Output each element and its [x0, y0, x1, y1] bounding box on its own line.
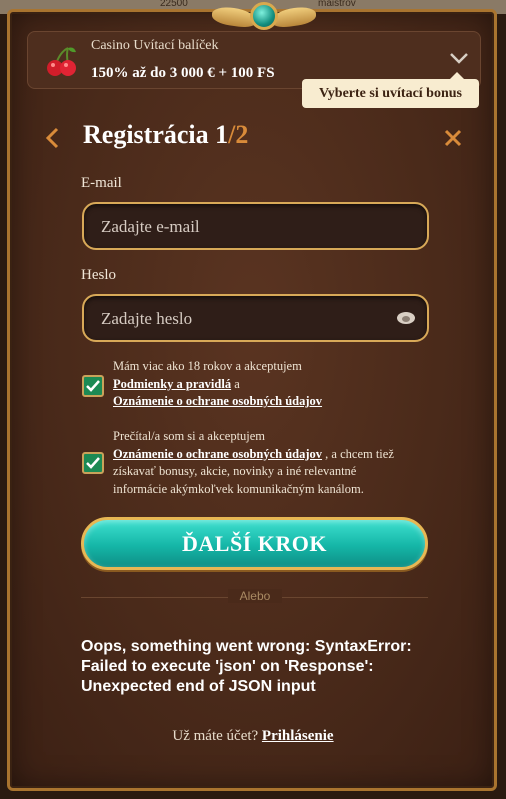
divider-label: Alebo [228, 589, 282, 603]
cherry-icon [47, 47, 76, 76]
terms-link[interactable]: Podmienky a pravidlá [113, 377, 231, 391]
step-indicator: /2 [228, 120, 249, 149]
close-icon[interactable] [443, 128, 463, 148]
back-arrow-icon[interactable] [44, 127, 62, 149]
login-prompt: Už máte účet? Prihlásenie [0, 728, 506, 745]
password-field[interactable] [99, 296, 393, 342]
login-question: Už máte účet? [172, 728, 262, 744]
age-terms-and: a [231, 376, 240, 391]
privacy-link[interactable]: Oznámenie o ochrane osobných údajov [113, 447, 322, 461]
error-message: Oops, something went wrong: SyntaxError:… [81, 638, 412, 695]
age-terms-label: Mám viac ako 18 rokov a akceptujem [113, 359, 302, 373]
email-field[interactable] [99, 204, 393, 250]
bonus-title: Casino Uvítací balíček [91, 38, 219, 53]
marketing-consent-checkbox[interactable] [82, 452, 104, 474]
page-title: Registrácia 1/2 [83, 120, 248, 150]
password-label: Heslo [81, 267, 116, 283]
title-text: Registrácia 1 [83, 120, 229, 149]
email-field-wrapper [82, 202, 429, 250]
background-text: maistrov [318, 0, 356, 9]
next-step-button[interactable]: ĎALŠÍ KROK [81, 517, 428, 570]
age-terms-checkbox[interactable] [82, 375, 104, 397]
privacy-link[interactable]: Oznámenie o ochrane osobných údajov [113, 394, 322, 408]
chevron-down-icon[interactable] [449, 51, 469, 65]
marketing-consent-text: Prečítal/a som si a akceptujem Oznámenie… [113, 428, 413, 498]
bonus-description: 150% až do 3 000 € + 100 FS [91, 65, 275, 81]
eye-icon[interactable] [396, 310, 416, 326]
login-link[interactable]: Prihlásenie [262, 728, 334, 744]
background-text: 22500 [160, 0, 188, 9]
email-label: E-mail [81, 175, 122, 191]
bonus-tooltip: Vyberte si uvítací bonus [302, 72, 479, 108]
checkmark-icon [86, 380, 100, 392]
age-terms-text: Mám viac ako 18 rokov a akceptujem Podmi… [113, 358, 413, 411]
checkmark-icon [86, 457, 100, 469]
marketing-consent-label: Prečítal/a som si a akceptujem [113, 429, 266, 443]
password-field-wrapper [82, 294, 429, 342]
scarab-emblem-icon [212, 2, 316, 34]
